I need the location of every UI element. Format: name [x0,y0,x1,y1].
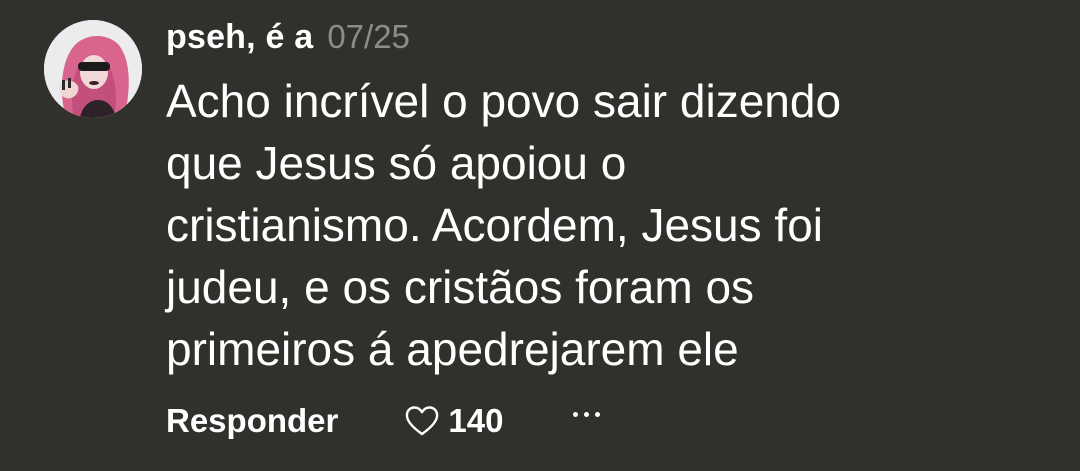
like-button[interactable]: 140 [404,402,503,440]
username[interactable]: pseh, é a [166,18,313,57]
like-count: 140 [448,402,504,439]
dot [584,411,590,417]
heart-outline-icon [406,406,439,436]
comment-text: Acho incrível o povo sair dizendo que Je… [166,75,842,375]
dot [573,411,579,417]
more-options-button[interactable] [573,394,601,448]
comment: pseh, é a 07/25 Acho incrível o povo sai… [0,0,1080,471]
dot [595,411,601,417]
comment-header: pseh, é a 07/25 [166,18,410,62]
comment-actions: Responder 140 [166,398,601,444]
comment-date: 07/25 [327,18,410,55]
reply-button[interactable]: Responder [166,402,338,440]
avatar[interactable] [44,20,142,118]
more-horizontal-icon [573,411,601,417]
profile-photo [44,20,142,118]
